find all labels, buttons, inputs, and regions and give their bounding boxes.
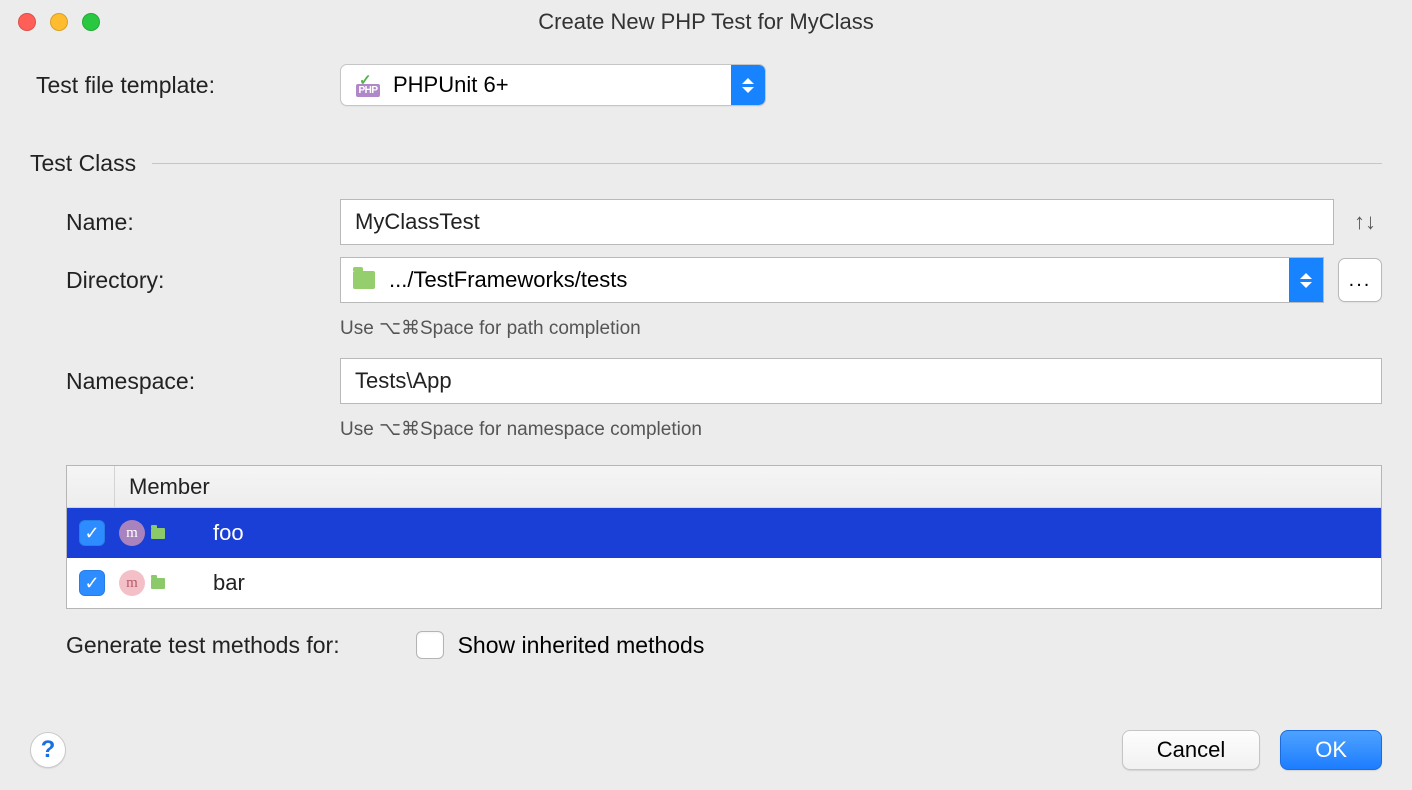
directory-row: Directory: .../TestFrameworks/tests ...: [30, 257, 1382, 303]
method-icon: m: [119, 570, 145, 596]
dialog-content: Test file template: ✓PHP PHPUnit 6+ Test…: [0, 44, 1412, 720]
row-checkbox[interactable]: ✓: [79, 520, 105, 546]
help-button[interactable]: ?: [30, 732, 66, 768]
member-name: foo: [213, 520, 244, 546]
directory-hint: Use ⌥⌘Space for path completion: [340, 317, 1382, 340]
test-class-legend-text: Test Class: [30, 150, 136, 177]
directory-label: Directory:: [30, 267, 340, 294]
generate-row: Generate test methods for: Show inherite…: [66, 631, 1382, 659]
inherited-label: Show inherited methods: [458, 632, 705, 659]
members-table-header: Member: [67, 466, 1381, 508]
cancel-button[interactable]: Cancel: [1122, 730, 1260, 770]
template-label: Test file template:: [30, 72, 340, 99]
template-value: PHPUnit 6+: [393, 72, 509, 98]
namespace-input[interactable]: [340, 358, 1382, 404]
name-input[interactable]: [340, 199, 1334, 245]
inherited-checkbox[interactable]: [416, 631, 444, 659]
generate-label: Generate test methods for:: [66, 632, 340, 659]
browse-directory-button[interactable]: ...: [1338, 258, 1382, 302]
namespace-hint: Use ⌥⌘Space for namespace completion: [340, 418, 1382, 441]
inherited-checkbox-group[interactable]: Show inherited methods: [416, 631, 705, 659]
dialog-footer: ? Cancel OK: [0, 720, 1412, 790]
sort-icon[interactable]: ↑↓: [1348, 206, 1382, 238]
namespace-row: Namespace:: [30, 358, 1382, 404]
visibility-icon: [151, 578, 165, 589]
member-name: bar: [213, 570, 245, 596]
check-column-header: [67, 466, 115, 507]
member-column-header: Member: [115, 474, 1381, 500]
members-table: Member ✓ m foo ✓ m bar: [66, 465, 1382, 609]
name-label: Name:: [30, 209, 340, 236]
footer-buttons: Cancel OK: [1122, 730, 1382, 770]
method-icon: m: [119, 520, 145, 546]
table-row[interactable]: ✓ m foo: [67, 508, 1381, 558]
legend-divider: [152, 163, 1382, 164]
directory-stepper-icon[interactable]: [1289, 258, 1323, 302]
test-class-legend: Test Class: [30, 150, 1382, 177]
ok-button[interactable]: OK: [1280, 730, 1382, 770]
titlebar: Create New PHP Test for MyClass: [0, 0, 1412, 44]
directory-select[interactable]: .../TestFrameworks/tests: [340, 257, 1324, 303]
window-title: Create New PHP Test for MyClass: [0, 9, 1412, 35]
template-select-body: ✓PHP PHPUnit 6+: [341, 72, 731, 98]
directory-value: .../TestFrameworks/tests: [389, 267, 627, 293]
name-row: Name: ↑↓: [30, 199, 1382, 245]
visibility-icon: [151, 528, 165, 539]
namespace-label: Namespace:: [30, 368, 340, 395]
dropdown-stepper-icon[interactable]: [731, 65, 765, 105]
template-select[interactable]: ✓PHP PHPUnit 6+: [340, 64, 766, 106]
dialog-window: Create New PHP Test for MyClass Test fil…: [0, 0, 1412, 790]
template-row: Test file template: ✓PHP PHPUnit 6+: [30, 64, 1382, 106]
folder-icon: [353, 271, 375, 289]
table-row[interactable]: ✓ m bar: [67, 558, 1381, 608]
php-file-icon: ✓PHP: [353, 73, 383, 97]
row-checkbox[interactable]: ✓: [79, 570, 105, 596]
